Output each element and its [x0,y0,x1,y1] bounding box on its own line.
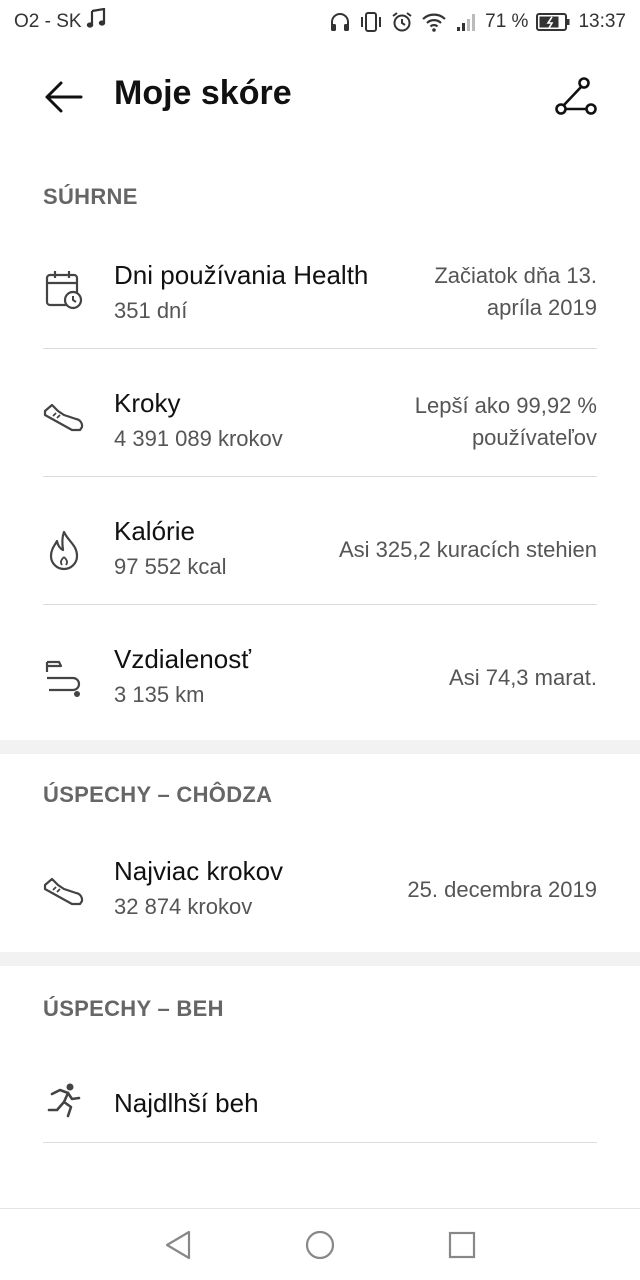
item-title: Dni používania Health [114,260,369,290]
shoe-icon [42,870,86,914]
item-detail-line1: Asi 325,2 kuracích stehien [338,537,597,562]
circle-home-icon [305,1230,335,1260]
divider [43,604,597,605]
wifi-icon [421,11,447,33]
divider [43,476,597,477]
runner-icon [42,1080,86,1124]
battery-percent: 71 % [485,11,529,32]
app-bar: Moje skóre [0,52,640,138]
divider [43,1142,597,1143]
item-title: Kalórie [114,516,195,546]
share-icon [555,77,597,115]
list-item-steps[interactable]: Kroky 4 391 089 krokov Lepší ako 99,92 %… [0,370,640,476]
item-title: Najdlhší beh [114,1088,259,1118]
list-item-distance[interactable]: Vzdialenosť 3 135 km Asi 74,3 marat. [0,626,640,732]
back-button[interactable] [36,70,90,124]
status-bar: O2 - SK 71 % 13:37 [0,0,640,44]
item-value: 97 552 kcal [114,554,227,579]
system-nav-bar [0,1208,640,1280]
section-header-walking: ÚSPECHY – CHÔDZA [43,782,273,807]
list-item-most-steps[interactable]: Najviac krokov 32 874 krokov 25. decembr… [0,838,640,944]
calendar-clock-icon [42,268,86,312]
flame-icon [42,528,86,572]
battery-icon [536,12,570,32]
item-detail-line1: Začiatok dňa 13. [434,263,597,288]
vibrate-icon [359,11,383,33]
item-value: 3 135 km [114,682,205,707]
signal-icon [455,11,477,33]
section-header-summary: SÚHRNE [43,184,138,209]
share-button[interactable] [546,70,606,124]
item-value: 351 dní [114,298,188,323]
square-recents-icon [448,1231,476,1259]
headphones-icon [329,11,351,33]
list-item-usage-days[interactable]: Dni používania Health 351 dní Začiatok d… [0,242,640,348]
item-title: Kroky [114,388,181,418]
section-header-running: ÚSPECHY – BEH [43,996,224,1021]
music-note-icon [86,7,106,36]
item-detail-line2: apríla 2019 [486,295,597,320]
item-title: Najviac krokov [114,856,284,886]
item-detail-line1: 25. decembra 2019 [407,877,597,902]
carrier-name: O2 - SK [14,11,82,32]
route-flag-icon [42,656,86,700]
clock-time: 13:37 [578,11,626,32]
arrow-left-icon [45,81,83,113]
nav-recents-button[interactable] [440,1223,484,1267]
section-separator [0,740,640,754]
triangle-back-icon [165,1230,191,1260]
nav-back-button[interactable] [156,1223,200,1267]
page-title: Moje skóre [114,74,292,112]
item-detail-line1: Lepší ako 99,92 % [414,393,597,418]
list-item-calories[interactable]: Kalórie 97 552 kcal Asi 325,2 kuracích s… [0,498,640,604]
item-title: Vzdialenosť [114,644,251,674]
divider [43,348,597,349]
shoe-icon [42,396,86,440]
nav-home-button[interactable] [298,1223,342,1267]
list-item-longest-run[interactable]: Najdlhší beh [0,1058,640,1142]
item-value: 32 874 krokov [114,894,253,919]
item-detail-line2: používateľov [471,425,597,450]
item-value: 4 391 089 krokov [114,426,283,451]
alarm-icon [391,11,413,33]
section-separator [0,952,640,966]
item-detail-line1: Asi 74,3 marat. [449,665,597,690]
